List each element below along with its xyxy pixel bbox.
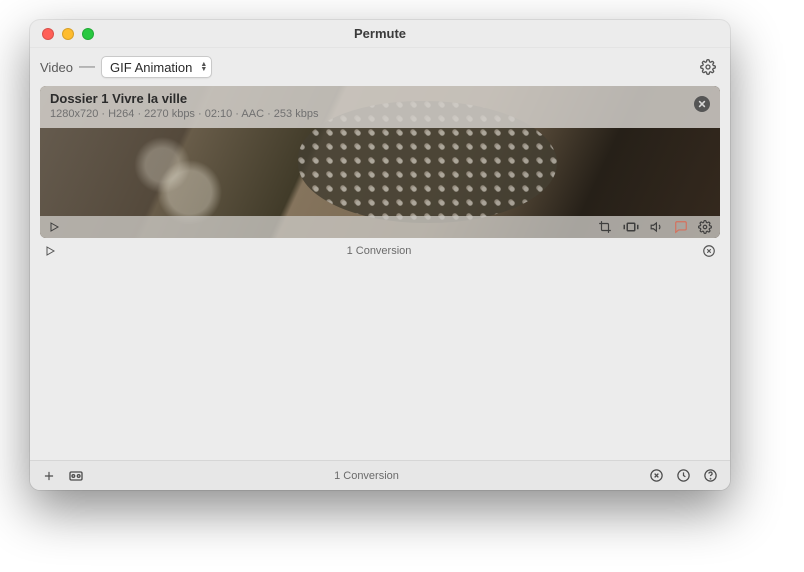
group-status-text: 1 Conversion: [56, 245, 702, 257]
trim-icon: [622, 220, 640, 234]
close-window-button[interactable]: [42, 28, 54, 40]
play-icon: [48, 221, 60, 233]
start-group-button[interactable]: [44, 245, 56, 257]
titlebar: Permute: [30, 20, 730, 48]
chevron-updown-icon: ▲▼: [200, 62, 207, 72]
presets-icon: [68, 469, 84, 483]
drop-area[interactable]: [30, 264, 730, 460]
crop-icon: [598, 220, 612, 234]
remove-item-button[interactable]: [694, 96, 710, 112]
item-toolbar: [40, 216, 720, 238]
clear-all-button[interactable]: [649, 468, 664, 483]
presets-button[interactable]: [68, 469, 84, 483]
zoom-window-button[interactable]: [82, 28, 94, 40]
crop-button[interactable]: [598, 220, 612, 234]
history-button[interactable]: [676, 468, 691, 483]
add-button[interactable]: [42, 469, 56, 483]
output-format-value: GIF Animation: [110, 60, 192, 75]
output-format-select[interactable]: GIF Animation ▲▼: [101, 56, 212, 78]
subtitle-button[interactable]: [674, 220, 688, 234]
close-circle-icon: [702, 244, 716, 258]
plus-icon: [42, 469, 56, 483]
audio-button[interactable]: [650, 220, 664, 234]
speaker-icon: [650, 220, 664, 234]
gear-icon: [698, 220, 712, 234]
item-header: Dossier 1 Vivre la ville 1280x720 · H264…: [40, 86, 720, 128]
window-controls: [30, 28, 94, 40]
close-icon: [698, 100, 706, 108]
play-preview-button[interactable]: [48, 221, 60, 233]
clear-group-button[interactable]: [702, 244, 716, 258]
footer-status-text: 1 Conversion: [96, 470, 637, 482]
minimize-window-button[interactable]: [62, 28, 74, 40]
subtitle-icon: [674, 220, 688, 234]
item-settings-button[interactable]: [698, 220, 712, 234]
conversion-item[interactable]: Dossier 1 Vivre la ville 1280x720 · H264…: [40, 86, 720, 238]
help-button[interactable]: [703, 468, 718, 483]
media-type-label: Video: [40, 60, 73, 75]
clock-icon: [676, 468, 691, 483]
item-title: Dossier 1 Vivre la ville: [50, 91, 684, 106]
settings-button[interactable]: [700, 59, 716, 75]
trim-button[interactable]: [622, 220, 640, 234]
help-icon: [703, 468, 718, 483]
toolbar-separator: —: [79, 58, 95, 76]
play-icon: [44, 245, 56, 257]
bottom-bar: 1 Conversion: [30, 460, 730, 490]
close-circle-icon: [649, 468, 664, 483]
app-window: Permute Video — GIF Animation ▲▼ Dossier…: [30, 20, 730, 490]
item-metadata: 1280x720 · H264 · 2270 kbps · 02:10 · AA…: [50, 108, 684, 120]
group-status-row: 1 Conversion: [30, 238, 730, 264]
window-title: Permute: [30, 26, 730, 41]
gear-icon: [700, 59, 716, 75]
toolbar: Video — GIF Animation ▲▼: [30, 48, 730, 86]
